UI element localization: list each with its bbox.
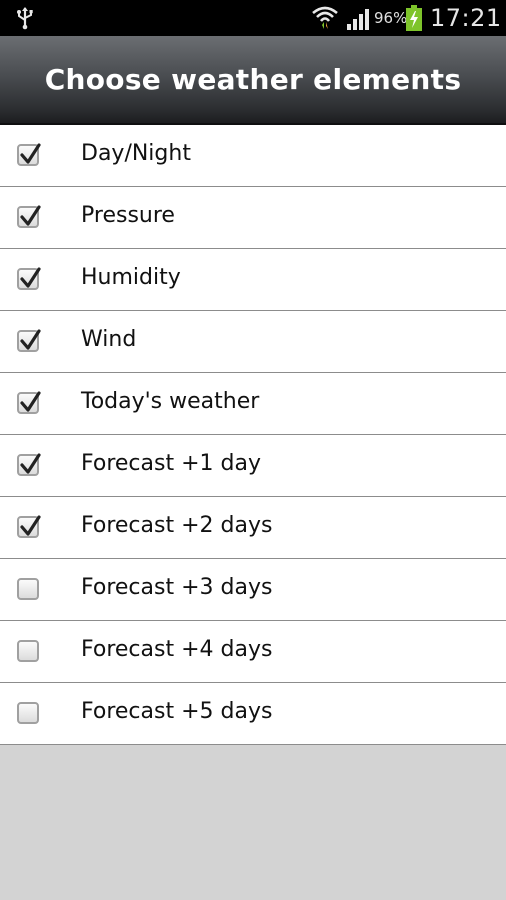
checkbox[interactable] [17,143,41,166]
checkmark-icon [20,329,41,350]
checkmark-icon [20,205,41,226]
list-item[interactable]: Forecast +5 days [0,683,506,745]
option-label: Forecast +4 days [81,637,273,662]
usb-icon [17,7,33,30]
option-label: Forecast +2 days [81,513,273,538]
list-item[interactable]: Humidity [0,249,506,311]
checkmark-icon [20,453,41,474]
option-label: Forecast +1 day [81,451,261,476]
list-item[interactable]: Wind [0,311,506,373]
checkmark-icon [20,267,41,288]
battery-charging-icon [406,5,422,31]
battery-percentage: 96% [374,9,408,27]
clock: 17:21 [430,4,502,32]
list-item[interactable]: Forecast +2 days [0,497,506,559]
checkbox[interactable] [17,578,39,600]
list-item[interactable]: Pressure [0,187,506,249]
option-label: Forecast +3 days [81,575,273,600]
option-label: Pressure [81,203,175,228]
option-label: Forecast +5 days [81,699,273,724]
checkbox[interactable] [17,391,41,414]
option-label: Today's weather [81,389,260,414]
checkbox[interactable] [17,267,41,290]
checkbox[interactable] [17,515,41,538]
checkbox[interactable] [17,640,39,662]
list-item[interactable]: Forecast +1 day [0,435,506,497]
checkbox[interactable] [17,205,41,228]
checkbox[interactable] [17,329,41,352]
option-label: Day/Night [81,141,191,166]
option-label: Humidity [81,265,181,290]
checkmark-icon [20,391,41,412]
status-bar: 96% 17:21 [0,0,506,36]
signal-icon [347,9,369,30]
page-title: Choose weather elements [44,63,462,96]
option-label: Wind [81,327,137,352]
list-item[interactable]: Forecast +4 days [0,621,506,683]
checkmark-icon [20,515,41,536]
checkbox[interactable] [17,702,39,724]
list-item[interactable]: Today's weather [0,373,506,435]
title-bar: Choose weather elements [0,36,506,125]
weather-elements-list: Day/Night Pressure Humidity Wind Today's wea… [0,125,506,745]
checkbox[interactable] [17,453,41,476]
list-item[interactable]: Forecast +3 days [0,559,506,621]
checkmark-icon [20,143,41,164]
wifi-icon [312,6,338,29]
list-item[interactable]: Day/Night [0,125,506,187]
